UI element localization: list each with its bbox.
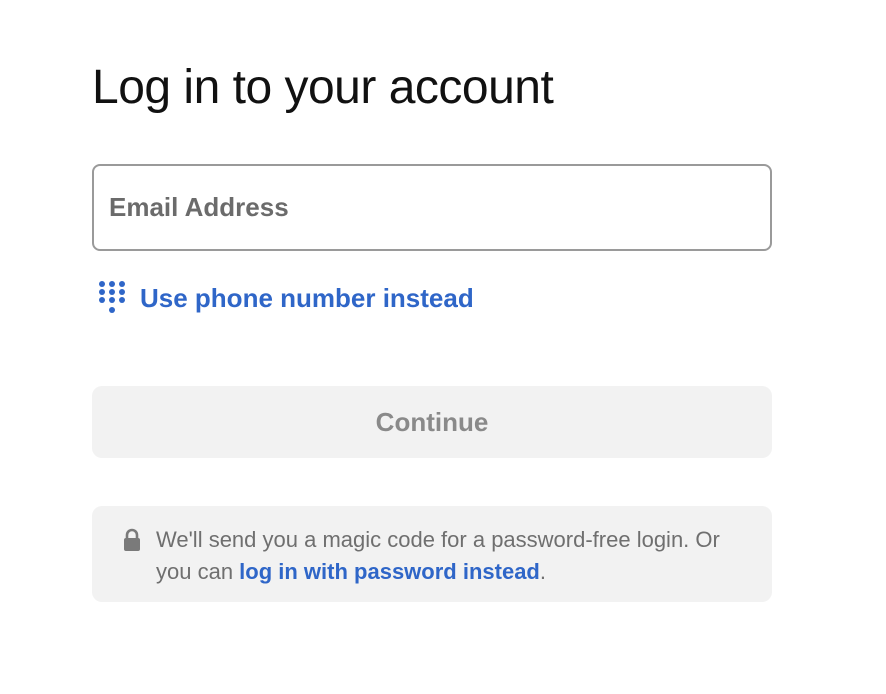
keypad-icon	[99, 281, 125, 313]
page-title: Log in to your account	[92, 61, 554, 114]
magic-code-info-box: We'll send you a magic code for a passwo…	[92, 506, 772, 602]
use-phone-number-label: Use phone number instead	[140, 282, 474, 313]
info-text-after: .	[539, 559, 546, 584]
lock-icon	[124, 528, 140, 551]
continue-button[interactable]: Continue	[92, 386, 772, 458]
magic-code-info-text: We'll send you a magic code for a passwo…	[156, 524, 732, 588]
login-with-password-link[interactable]: log in with password instead	[239, 559, 540, 584]
use-phone-number-link[interactable]: Use phone number instead	[98, 278, 474, 318]
email-input[interactable]	[94, 166, 770, 249]
email-field[interactable]	[92, 164, 772, 251]
